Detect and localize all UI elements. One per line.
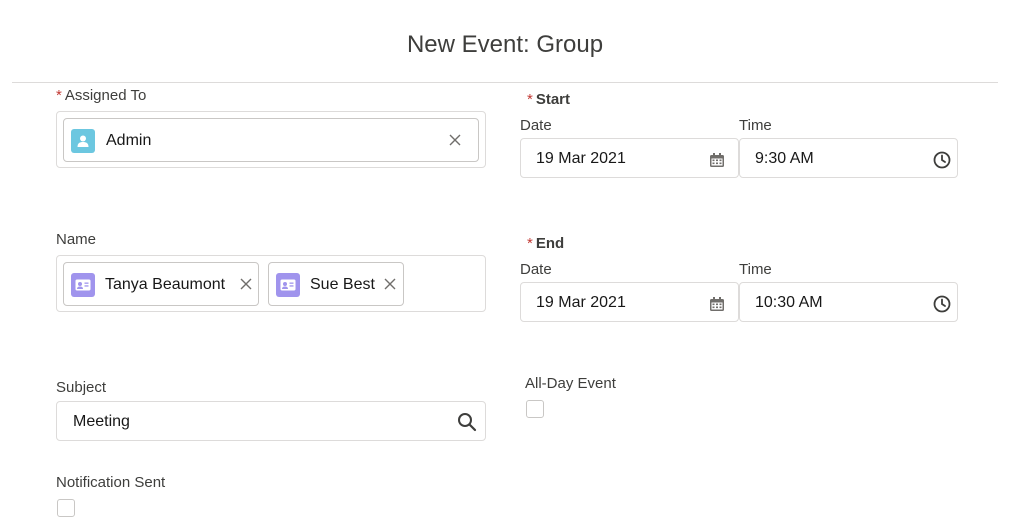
start-label-text: Start <box>535 91 571 108</box>
required-marker: * <box>527 91 533 108</box>
assigned-to-label: * Assigned To <box>56 87 146 104</box>
notification-sent-label: Notification Sent <box>56 474 166 491</box>
all-day-event-label: All-Day Event <box>525 375 616 392</box>
header-divider <box>12 82 998 83</box>
name-pill-sue-best[interactable]: Sue Best <box>268 262 404 306</box>
assigned-to-label-text: Assigned To <box>64 87 147 104</box>
subject-input[interactable]: Meeting <box>56 401 486 441</box>
page-title: New Event: Group <box>406 31 604 58</box>
start-time-value: 9:30 AM <box>755 150 814 167</box>
name-pill-label: Tanya Beaumont <box>105 276 226 293</box>
start-date-input[interactable]: 19 Mar 2021 <box>520 138 739 178</box>
end-date-value: 19 Mar 2021 <box>536 294 626 311</box>
start-date-label: Date <box>520 117 552 134</box>
notification-sent-checkbox[interactable] <box>57 499 75 517</box>
subject-label: Subject <box>56 379 107 396</box>
clock-icon[interactable] <box>933 151 951 174</box>
end-date-label: Date <box>520 261 552 278</box>
end-time-value: 10:30 AM <box>755 294 823 311</box>
name-label: Name <box>56 231 97 248</box>
required-marker: * <box>527 235 533 252</box>
all-day-event-checkbox[interactable] <box>526 400 544 418</box>
end-time-input[interactable]: 10:30 AM <box>739 282 958 322</box>
start-date-value: 19 Mar 2021 <box>536 150 626 167</box>
required-marker: * <box>56 87 62 104</box>
end-time-label: Time <box>739 261 772 278</box>
assigned-to-value: Admin <box>106 132 152 149</box>
contact-avatar-icon <box>276 273 300 297</box>
start-label: * Start <box>527 91 570 108</box>
end-date-input[interactable]: 19 Mar 2021 <box>520 282 739 322</box>
assigned-to-pill[interactable]: Admin <box>63 118 479 162</box>
contact-avatar-icon <box>71 273 95 297</box>
calendar-icon[interactable] <box>709 296 725 317</box>
user-avatar-icon <box>71 129 95 153</box>
name-pill-tanya-beaumont[interactable]: Tanya Beaumont <box>63 262 259 306</box>
clock-icon[interactable] <box>933 295 951 318</box>
calendar-icon[interactable] <box>709 152 725 173</box>
remove-pill-icon[interactable] <box>383 277 397 296</box>
assigned-to-field: Admin <box>56 111 486 168</box>
name-pill-label: Sue Best <box>310 276 375 293</box>
subject-value: Meeting <box>73 413 130 430</box>
end-label-text: End <box>535 235 565 252</box>
name-field[interactable]: Tanya Beaumont Sue Best <box>56 255 486 312</box>
remove-pill-icon[interactable] <box>239 277 253 296</box>
end-label: * End <box>527 235 564 252</box>
start-time-input[interactable]: 9:30 AM <box>739 138 958 178</box>
start-time-label: Time <box>739 117 772 134</box>
search-icon[interactable] <box>457 412 477 437</box>
remove-assigned-to-icon[interactable] <box>448 133 462 152</box>
